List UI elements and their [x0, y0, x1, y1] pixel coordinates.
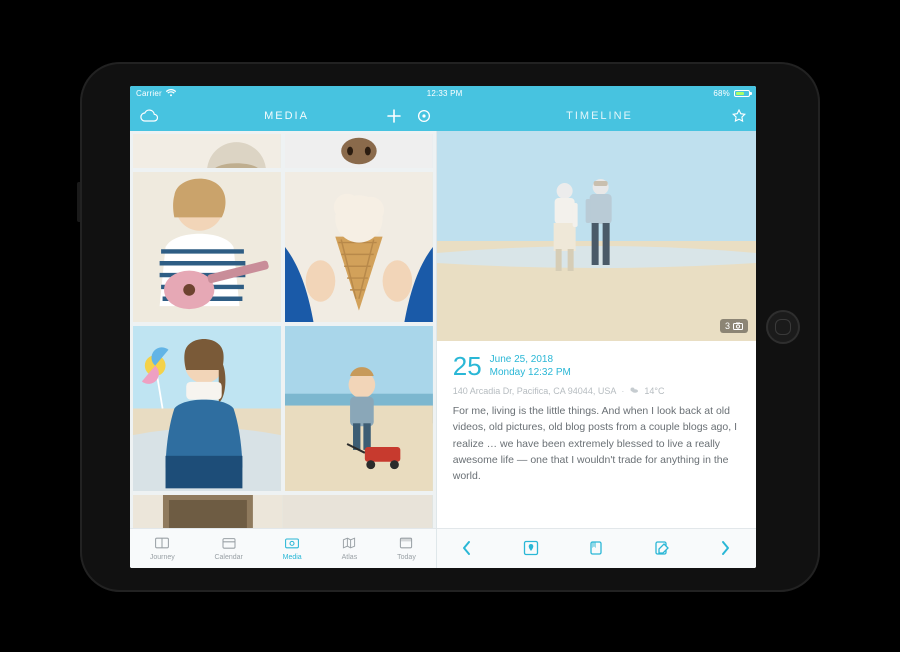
separator-dot: · [621, 386, 624, 396]
tab-media[interactable]: Media [283, 536, 302, 561]
media-panel: Journey Calendar Media [130, 131, 437, 568]
ipad-frame: Carrier 12:33 PM 68% [80, 62, 820, 592]
status-bar: Carrier 12:33 PM 68% [130, 86, 756, 101]
battery-percent: 68% [713, 89, 730, 98]
entry-location: 140 Arcadia Dr, Pacifica, CA 94044, USA [453, 386, 617, 396]
screen: Carrier 12:33 PM 68% [130, 86, 756, 568]
book-icon [154, 536, 170, 552]
media-thumb[interactable] [133, 172, 281, 322]
calendar-icon [221, 536, 237, 552]
entry-temp: 14°C [644, 386, 664, 396]
media-thumb[interactable] [133, 495, 433, 528]
carrier-label: Carrier [136, 89, 162, 98]
map-pin-icon [523, 540, 539, 558]
tab-label: Media [283, 554, 302, 561]
app-header: MEDIA TIMELINE [130, 101, 756, 131]
timeline-title: TIMELINE [566, 110, 633, 122]
media-title: MEDIA [264, 110, 309, 122]
entry-body: 25 June 25, 2018 Monday 12:32 PM 140 Arc… [437, 341, 756, 528]
split-view: Journey Calendar Media [130, 131, 756, 568]
tab-label: Calendar [214, 554, 242, 561]
tab-calendar[interactable]: Calendar [214, 536, 242, 561]
media-tab-bar: Journey Calendar Media [130, 528, 436, 568]
prev-entry[interactable] [461, 540, 473, 558]
photo-count-badge: 3 [720, 319, 748, 333]
bookmark-button[interactable] [588, 540, 604, 558]
media-thumb[interactable] [285, 172, 433, 322]
timeline-tab-bar [437, 528, 756, 568]
map-icon [341, 536, 357, 552]
timeline-panel: 3 25 June 25, 2018 Monday 12:32 PM [437, 131, 756, 568]
ipad-side-button [77, 182, 80, 222]
bookmark-icon [588, 540, 604, 558]
star-icon[interactable] [732, 109, 746, 123]
day-icon [398, 536, 414, 552]
stage: Carrier 12:33 PM 68% [0, 0, 900, 652]
chevron-left-icon [461, 540, 473, 558]
tab-journey[interactable]: Journey [150, 536, 175, 561]
target-icon[interactable] [417, 109, 431, 123]
tab-label: Journey [150, 554, 175, 561]
header-left: MEDIA [130, 110, 443, 122]
edit-icon [654, 540, 670, 558]
photo-count: 3 [725, 321, 730, 331]
entry-photo[interactable]: 3 [437, 131, 756, 341]
header-right: TIMELINE [443, 110, 756, 122]
plus-icon[interactable] [387, 109, 401, 123]
battery-icon [734, 90, 750, 97]
date-line1: June 25, 2018 [490, 353, 571, 366]
tab-atlas[interactable]: Atlas [341, 536, 357, 561]
entry-location-row: 140 Arcadia Dr, Pacifica, CA 94044, USA … [453, 385, 740, 397]
chevron-right-icon [719, 540, 731, 558]
date-day: 25 [453, 353, 482, 379]
entry-date: 25 June 25, 2018 Monday 12:32 PM [453, 353, 740, 379]
photo-icon [284, 536, 300, 552]
media-thumb[interactable] [133, 134, 281, 168]
tab-label: Atlas [342, 554, 358, 561]
cloud-icon[interactable] [140, 109, 158, 123]
date-line2: Monday 12:32 PM [490, 366, 571, 379]
entry-text: For me, living is the little things. And… [453, 403, 740, 484]
next-entry[interactable] [719, 540, 731, 558]
media-thumb[interactable] [133, 326, 281, 491]
ipad-home-button[interactable] [766, 310, 800, 344]
media-thumb[interactable] [285, 134, 433, 168]
map-button[interactable] [523, 540, 539, 558]
tab-label: Today [397, 554, 416, 561]
media-grid[interactable] [130, 131, 436, 528]
media-thumb[interactable] [285, 326, 433, 491]
weather-icon [629, 385, 639, 397]
camera-icon [733, 322, 743, 330]
wifi-icon [166, 89, 176, 99]
edit-button[interactable] [654, 540, 670, 558]
status-time: 12:33 PM [427, 89, 463, 98]
tab-today[interactable]: Today [397, 536, 416, 561]
